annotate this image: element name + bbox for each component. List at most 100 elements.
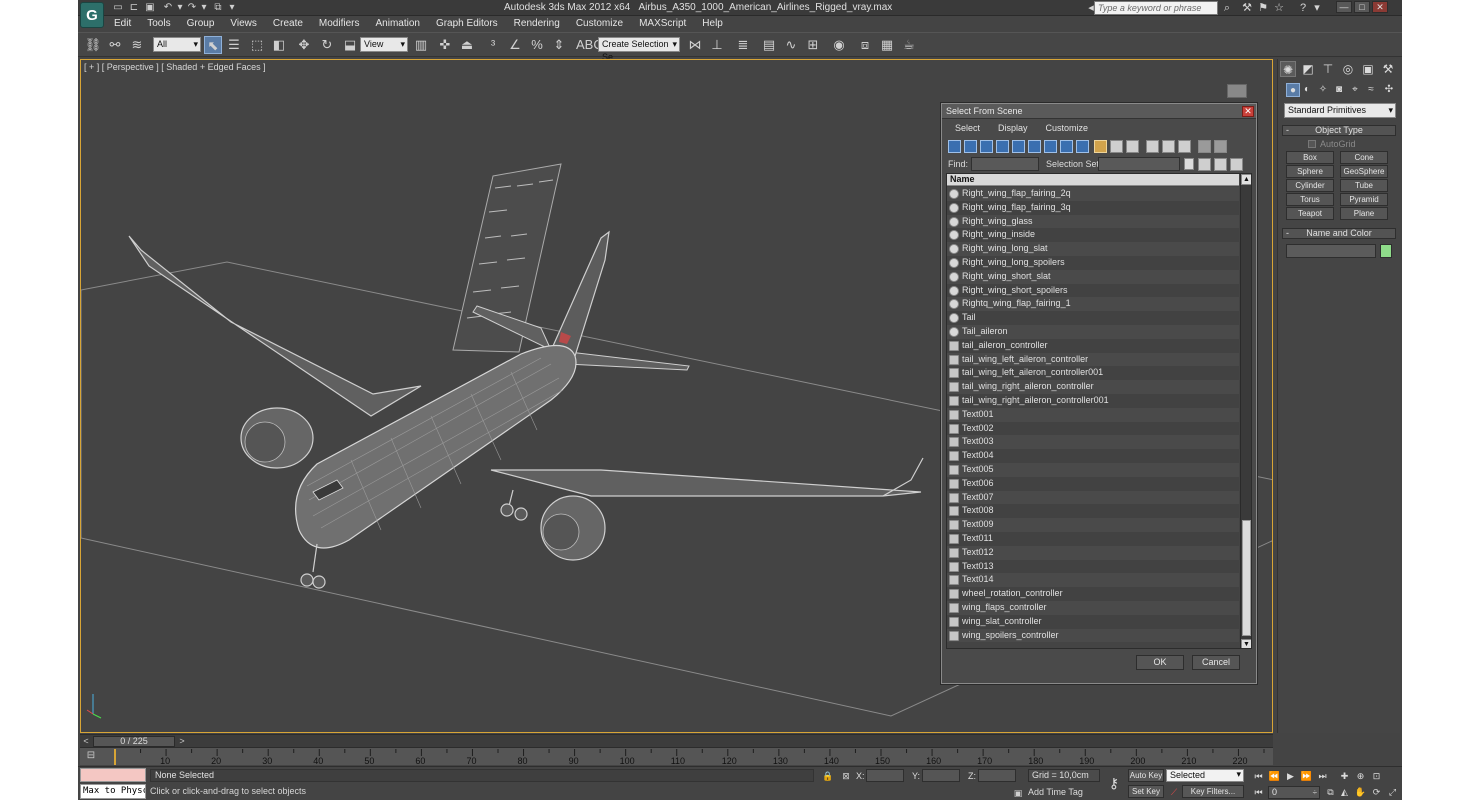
communication-center-icon[interactable]: ⚑ (1256, 1, 1270, 15)
list-scrollbar[interactable]: ▲ ▼ (1240, 174, 1251, 648)
scroll-up-arrow-icon[interactable]: ▲ (1241, 174, 1251, 185)
list-item[interactable]: wing_spoilers_controller (947, 628, 1239, 643)
geosphere-button[interactable]: GeoSphere (1340, 165, 1388, 178)
select-and-move-icon[interactable]: ✥ (295, 36, 313, 54)
menu-group[interactable]: Group (179, 16, 223, 31)
ok-button[interactable]: OK (1136, 655, 1184, 670)
shapes-category-icon[interactable]: ◐ (1300, 83, 1314, 97)
list-item[interactable]: wheel_rotation_controller (947, 587, 1239, 601)
list-item[interactable]: Text012 (947, 545, 1239, 560)
cancel-button[interactable]: Cancel (1192, 655, 1240, 670)
list-item[interactable]: Text004 (947, 449, 1239, 463)
create-tab-icon[interactable]: ✺ (1280, 61, 1296, 77)
display-none-icon[interactable] (1110, 140, 1123, 153)
list-item[interactable]: wing_flaps_controller (947, 600, 1239, 615)
scroll-down-arrow-icon[interactable]: ▼ (1241, 639, 1251, 648)
viewcube-icon[interactable] (1227, 84, 1247, 98)
close-button[interactable]: ✕ (1372, 1, 1388, 13)
curve-editor-icon[interactable]: ∿ (782, 36, 800, 54)
layer-manager-icon[interactable]: ≣ (734, 36, 752, 54)
angle-snap-icon[interactable]: ∠ (506, 36, 524, 54)
menu-create[interactable]: Create (265, 16, 311, 31)
render-production-icon[interactable]: ☕ (900, 36, 918, 54)
render-setup-icon[interactable]: ⧈ (856, 36, 874, 54)
plane-button[interactable]: Plane (1340, 207, 1388, 220)
cameras-category-icon[interactable]: ◙ (1332, 83, 1346, 97)
list-item[interactable]: tail_wing_right_aileron_controller (947, 380, 1239, 394)
list-item[interactable]: Text006 (947, 476, 1239, 491)
list-item[interactable]: Text003 (947, 435, 1239, 450)
keyboard-shortcut-override-icon[interactable]: ⏏ (458, 36, 476, 54)
minimize-button[interactable]: — (1336, 1, 1352, 13)
orbit-icon[interactable]: ⟳ (1370, 786, 1383, 798)
list-item[interactable]: Right_wing_long_slat (947, 242, 1239, 256)
hierarchy-tab-icon[interactable]: ⊤ (1320, 61, 1336, 77)
list-item[interactable]: Rightq_wing_flap_fairing_1 (947, 297, 1239, 312)
dialog-menu-select[interactable]: Select (946, 121, 989, 137)
rendered-frame-window-icon[interactable]: ▦ (878, 36, 896, 54)
y-coordinate-input[interactable] (922, 769, 960, 782)
set-key-mode-icon[interactable]: ⚷ (1102, 775, 1126, 793)
new-file-icon[interactable]: ▭ (112, 2, 124, 13)
go-to-end-icon[interactable]: ⏭ (1316, 770, 1329, 782)
binoculars-icon[interactable]: ⌕ (1220, 1, 1234, 15)
next-key-icon[interactable]: ⏩ (1300, 770, 1313, 782)
previous-key-icon[interactable]: ⏪ (1268, 770, 1281, 782)
menu-views[interactable]: Views (222, 16, 265, 31)
space-warps-category-icon[interactable]: ≈ (1364, 83, 1378, 97)
auto-key-button[interactable]: Auto Key (1128, 769, 1164, 782)
snaps-toggle-icon[interactable]: ³ (484, 36, 502, 54)
quick-access-dropdown-icon[interactable]: ▾ (226, 2, 238, 13)
list-item[interactable]: tail_wing_left_aileron_controller001 (947, 366, 1239, 381)
play-icon[interactable]: ▶ (1284, 770, 1297, 782)
filter-cameras-icon[interactable] (996, 140, 1009, 153)
reference-coordinate-dropdown[interactable]: View (360, 37, 408, 52)
percent-snap-icon[interactable]: % (528, 36, 546, 54)
named-selection-sets-dropdown[interactable]: Create Selection Se (598, 37, 680, 62)
edit-named-selection-icon[interactable]: ABC (576, 36, 603, 54)
pyramid-button[interactable]: Pyramid (1340, 193, 1388, 206)
spinner-snap-icon[interactable]: ⇕ (550, 36, 568, 54)
object-type-rollout[interactable]: - Object Type (1282, 125, 1396, 136)
filter-groups-icon[interactable] (1044, 140, 1057, 153)
select-object-icon[interactable]: ⬉ (204, 36, 222, 54)
cylinder-button[interactable]: Cylinder (1286, 179, 1334, 192)
filter-shapes-icon[interactable] (964, 140, 977, 153)
list-item[interactable]: Text002 (947, 421, 1239, 436)
maximize-button[interactable]: □ (1354, 1, 1370, 13)
list-item[interactable]: Tail (947, 311, 1239, 325)
list-item[interactable]: Text001 (947, 407, 1239, 422)
undo-dropdown-icon[interactable]: ▾ (174, 2, 186, 13)
schematic-view-icon[interactable]: ⊞ (804, 36, 822, 54)
list-item[interactable]: Right_wing_short_slat (947, 269, 1239, 284)
favorites-star-icon[interactable]: ☆ (1272, 1, 1286, 15)
list-item[interactable]: tail_aileron_controller (947, 338, 1239, 353)
x-coordinate-input[interactable] (866, 769, 904, 782)
delete-selection-set-icon[interactable] (1230, 158, 1243, 171)
zoom-extents-icon[interactable]: ⊡ (1370, 770, 1383, 782)
display-all-icon[interactable] (1094, 140, 1107, 153)
cone-button[interactable]: Cone (1340, 151, 1388, 164)
align-icon[interactable]: ⊥ (708, 36, 726, 54)
geometry-category-icon[interactable]: ● (1286, 83, 1300, 97)
list-item[interactable]: Tail_aileron (947, 324, 1239, 339)
dialog-menu-customize[interactable]: Customize (1037, 121, 1098, 137)
window-crossing-icon[interactable]: ◧ (270, 36, 288, 54)
time-slider-thumb[interactable]: 0 / 225 (93, 736, 175, 747)
infocenter-search-input[interactable]: Type a keyword or phrase (1094, 1, 1218, 15)
selection-set-arrow-icon[interactable] (1184, 158, 1194, 170)
select-by-name-icon[interactable]: ☰ (225, 36, 243, 54)
graphite-modeling-tools-icon[interactable]: ▤ (760, 36, 778, 54)
maxscript-listener-output[interactable] (80, 768, 146, 782)
zoom-icon[interactable]: ✚ (1338, 770, 1351, 782)
menu-graph-editors[interactable]: Graph Editors (428, 16, 506, 31)
key-mode-dropdown[interactable]: Selected (1166, 769, 1244, 782)
list-item[interactable]: Text009 (947, 518, 1239, 532)
menu-rendering[interactable]: Rendering (506, 16, 568, 31)
list-item[interactable]: Right_wing_short_spoilers (947, 283, 1239, 298)
help-dropdown-icon[interactable]: ▾ (1310, 1, 1324, 15)
filter-bones-icon[interactable] (1076, 140, 1089, 153)
mini-curve-editor-icon[interactable]: ⊟ (84, 750, 98, 763)
primitive-category-dropdown[interactable]: Standard Primitives (1284, 103, 1396, 118)
systems-category-icon[interactable]: ✣ (1382, 83, 1396, 97)
